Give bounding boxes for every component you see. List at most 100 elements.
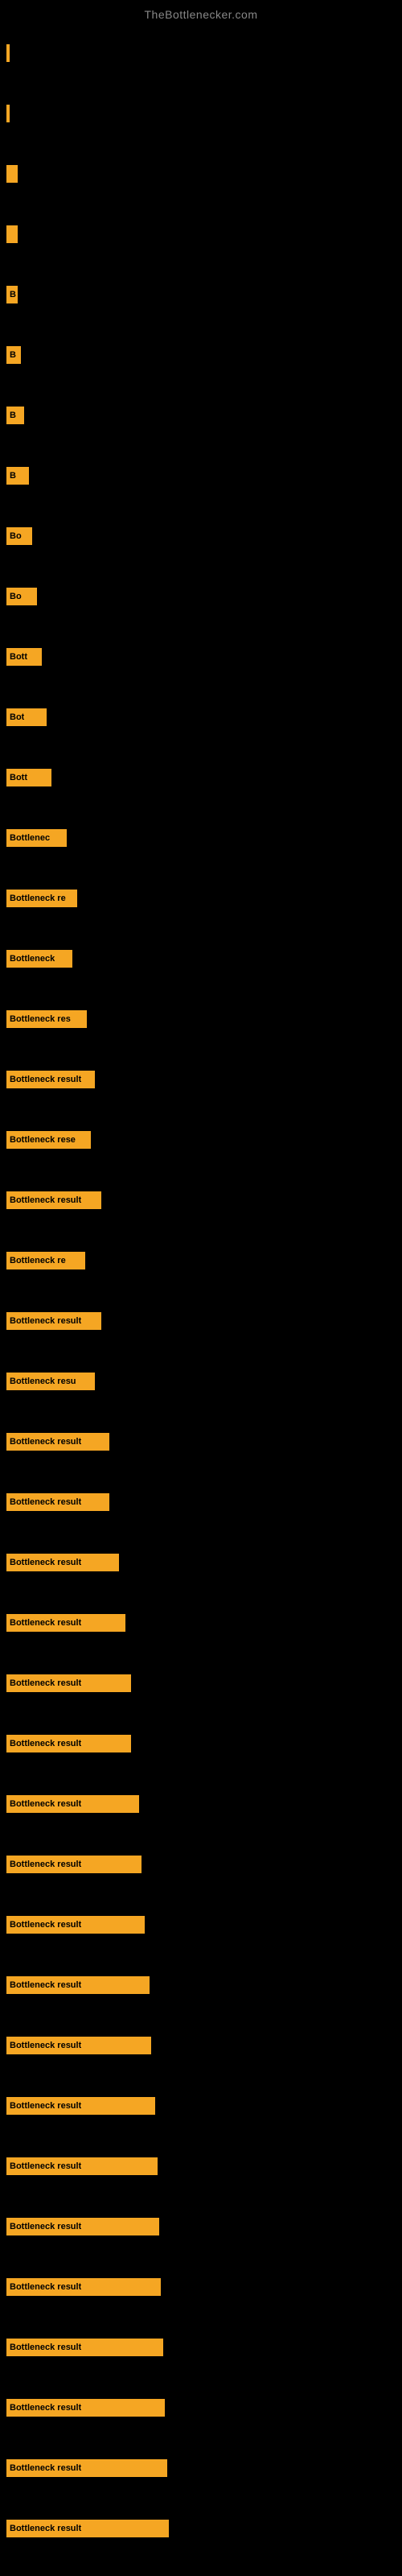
bar-label: Bottleneck result: [10, 1980, 81, 1990]
bar: Bottleneck re: [6, 1252, 85, 1269]
bar-label: Bottleneck result: [10, 1497, 81, 1507]
bar: Bottlenec: [6, 829, 67, 847]
bar: Bottleneck result: [6, 1554, 119, 1571]
bar: B: [6, 286, 18, 303]
bar-label: Bott: [10, 773, 27, 782]
bar: Bott: [6, 769, 51, 786]
bar-label: Bottleneck result: [10, 2282, 81, 2292]
bar-label: Bottleneck result: [10, 2161, 81, 2171]
bar: Bottleneck result: [6, 1312, 101, 1330]
bar-item: [6, 44, 10, 62]
bar-label: Bottleneck result: [10, 1437, 81, 1447]
bar-label: B: [10, 350, 16, 360]
bar: Bottleneck result: [6, 1071, 95, 1088]
bar-item: Bottleneck: [6, 950, 72, 968]
bar: B: [6, 467, 29, 485]
bar-item: Bottleneck result: [6, 1916, 145, 1934]
bar: B: [6, 346, 21, 364]
bar-item: Bottleneck result: [6, 1493, 109, 1511]
bar-item: B: [6, 467, 29, 485]
bar: Bo: [6, 527, 32, 545]
bar-item: Bottleneck result: [6, 2459, 167, 2477]
bar-label: Bottleneck result: [10, 1860, 81, 1869]
bar-item: [6, 165, 18, 183]
bar: Bottleneck res: [6, 1010, 87, 1028]
bar: Bottleneck result: [6, 1191, 101, 1209]
bar-item: Bottleneck result: [6, 2278, 161, 2296]
bar: Bottleneck rese: [6, 1131, 91, 1149]
bar: Bottleneck re: [6, 890, 77, 907]
bar-item: Bottleneck resu: [6, 1373, 95, 1390]
bar-item: Bottleneck result: [6, 2399, 165, 2417]
bar-item: Bo: [6, 527, 32, 545]
bar: Bottleneck result: [6, 1674, 131, 1692]
bar-label: Bo: [10, 531, 22, 541]
bar-label: Bottleneck result: [10, 2343, 81, 2352]
bar-label: Bottleneck result: [10, 1739, 81, 1748]
bar-label: Bottleneck result: [10, 1558, 81, 1567]
bar-item: Bottleneck result: [6, 1856, 142, 1873]
bar-item: Bottleneck result: [6, 2339, 163, 2356]
bar-item: [6, 225, 18, 243]
bar-item: [6, 105, 10, 122]
bar: Bottleneck result: [6, 1493, 109, 1511]
bar: B: [6, 407, 24, 424]
bar-item: Bottleneck re: [6, 890, 77, 907]
bar: Bottleneck result: [6, 1614, 125, 1632]
bar-item: Bottleneck result: [6, 1735, 131, 1752]
bar-label: Bottleneck resu: [10, 1377, 76, 1386]
bar: Bottleneck result: [6, 2157, 158, 2175]
bar-label: Bottlenec: [10, 833, 50, 843]
bar-item: Bot: [6, 708, 47, 726]
bar-item: Bottleneck result: [6, 2218, 159, 2235]
chart-area: TheBottlenecker.com B B B B Bo Bo Bott Bot Bott B…: [0, 0, 402, 2576]
bar: Bottleneck: [6, 950, 72, 968]
bar-label: Bottleneck result: [10, 1920, 81, 1930]
bar-label: Bottleneck re: [10, 1256, 66, 1265]
bar-item: Bottleneck result: [6, 1312, 101, 1330]
bar-label: Bot: [10, 712, 24, 722]
site-title: TheBottlenecker.com: [0, 0, 402, 25]
bar: Bottleneck resu: [6, 1373, 95, 1390]
bar-label: Bottleneck result: [10, 2524, 81, 2533]
bar: Bottleneck result: [6, 1735, 131, 1752]
bar: Bottleneck result: [6, 1856, 142, 1873]
bar-label: Bottleneck result: [10, 1075, 81, 1084]
bar-label: Bottleneck: [10, 954, 55, 964]
bar: Bottleneck result: [6, 2459, 167, 2477]
bar-label: Bottleneck result: [10, 1799, 81, 1809]
bar: Bottleneck result: [6, 1795, 139, 1813]
bar-label: Bottleneck result: [10, 1678, 81, 1688]
bar-item: Bottleneck result: [6, 1071, 95, 1088]
bar-item: Bottleneck result: [6, 2157, 158, 2175]
bar-item: Bottleneck result: [6, 1614, 125, 1632]
bar: Bottleneck result: [6, 1433, 109, 1451]
bar-label: Bottleneck res: [10, 1014, 71, 1024]
bar-item: Bottlenec: [6, 829, 67, 847]
bar-label: Bottleneck result: [10, 2041, 81, 2050]
bar: Bottleneck result: [6, 2218, 159, 2235]
bar: [6, 105, 10, 122]
bar-label: Bottleneck rese: [10, 1135, 76, 1145]
bar-item: Bottleneck result: [6, 1976, 150, 1994]
bar: Bo: [6, 588, 37, 605]
bar-label: Bott: [10, 652, 27, 662]
bar-label: Bottleneck result: [10, 2403, 81, 2413]
bar-label: Bottleneck result: [10, 2222, 81, 2231]
bar: Bottleneck result: [6, 2520, 169, 2537]
bar: Bottleneck result: [6, 2097, 155, 2115]
bar-item: Bottleneck result: [6, 2037, 151, 2054]
bar-item: Bottleneck result: [6, 2097, 155, 2115]
bar-item: Bottleneck re: [6, 1252, 85, 1269]
bar-label: Bottleneck result: [10, 1316, 81, 1326]
bar-item: Bottleneck result: [6, 1795, 139, 1813]
bar-item: B: [6, 346, 21, 364]
bar-item: Bott: [6, 648, 42, 666]
bar-label: Bottleneck result: [10, 1195, 81, 1205]
bar-item: Bottleneck result: [6, 2520, 169, 2537]
bar-item: B: [6, 286, 18, 303]
bar-label: Bo: [10, 592, 22, 601]
bar: Bottleneck result: [6, 1976, 150, 1994]
bar: Bottleneck result: [6, 2339, 163, 2356]
bar-item: Bo: [6, 588, 37, 605]
